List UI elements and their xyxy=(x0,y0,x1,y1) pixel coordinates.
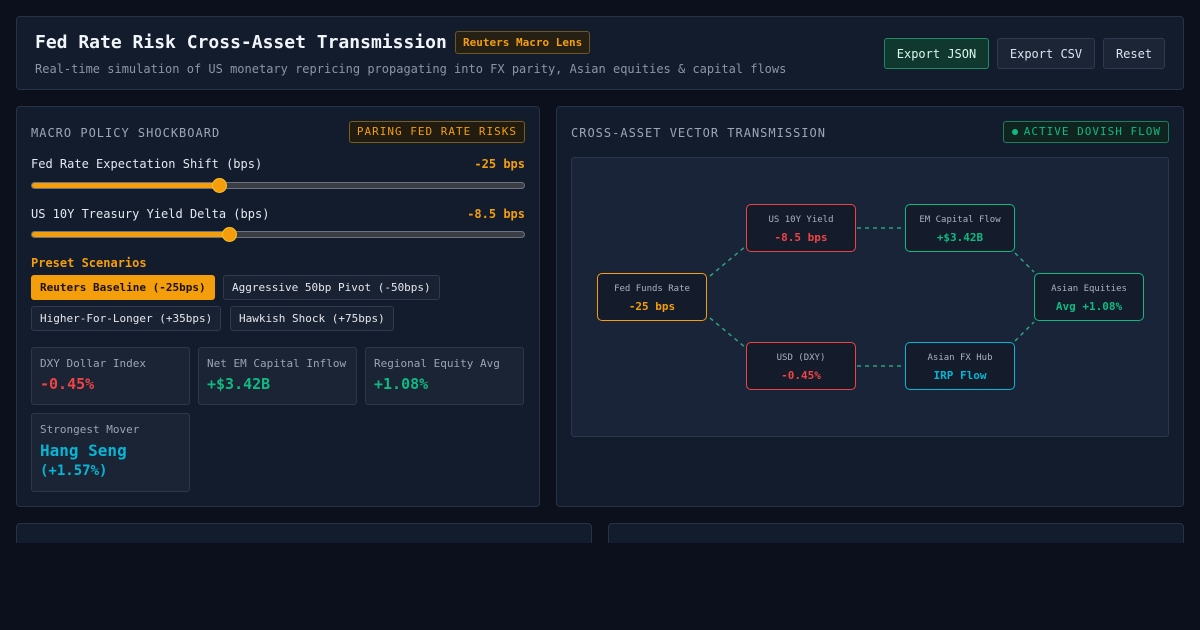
preset-aggressive-pivot-button[interactable]: Aggressive 50bp Pivot (-50bps) xyxy=(223,275,440,300)
flow-status-badge: ACTIVE DOVISH FLOW xyxy=(1002,121,1169,143)
flow-status-label: ACTIVE DOVISH FLOW xyxy=(1023,125,1161,138)
stat-label: DXY Dollar Index xyxy=(40,357,146,370)
preset-hawkish-shock-button[interactable]: Hawkish Shock (+75bps) xyxy=(230,306,394,331)
page-background xyxy=(0,543,1200,630)
page-title: Fed Rate Risk Cross-Asset Transmission xyxy=(35,32,447,53)
transmission-title: CROSS-ASSET VECTOR TRANSMISSION xyxy=(571,126,826,140)
node-label: USD (DXY) xyxy=(776,353,826,363)
stat-value: +1.08% xyxy=(374,375,429,393)
node-label: Asian FX Hub xyxy=(927,353,993,363)
node-value: IRP Flow xyxy=(933,369,987,382)
link-fed-to-dxy xyxy=(709,317,747,349)
header-panel: Fed Rate Risk Cross-Asset Transmission R… xyxy=(16,16,1184,90)
preset-scenarios-title: Preset Scenarios xyxy=(31,256,147,270)
status-dot-icon xyxy=(1011,129,1018,135)
shockboard-title: MACRO POLICY SHOCKBOARD xyxy=(31,126,221,140)
page-subtitle: Real-time simulation of US monetary repr… xyxy=(35,62,787,76)
link-fxhub-to-equities xyxy=(1014,321,1035,342)
treasury-delta-slider-thumb[interactable] xyxy=(221,227,237,242)
stat-label: Strongest Mover xyxy=(40,423,140,436)
treasury-delta-label: US 10Y Treasury Yield Delta (bps) xyxy=(31,207,270,221)
fed-shift-slider-thumb[interactable] xyxy=(211,178,227,193)
link-fed-to-us10y xyxy=(709,245,747,277)
treasury-delta-slider-fill xyxy=(32,232,229,237)
node-value: Avg +1.08% xyxy=(1055,300,1123,313)
stat-card-em-inflow: Net EM Capital Inflow +$3.42B xyxy=(198,347,357,405)
node-value: -8.5 bps xyxy=(774,231,828,244)
node-asian-equities[interactable]: Asian Equities Avg +1.08% xyxy=(1034,273,1144,321)
node-value: -25 bps xyxy=(628,300,676,313)
fed-shift-value: -25 bps xyxy=(474,157,525,171)
export-json-button[interactable]: Export JSON xyxy=(884,38,989,69)
node-label: Fed Funds Rate xyxy=(614,284,690,294)
node-fed-funds-rate[interactable]: Fed Funds Rate -25 bps xyxy=(597,273,707,321)
shockboard-status-badge: PARING FED RATE RISKS xyxy=(348,121,525,143)
node-label: EM Capital Flow xyxy=(919,215,1001,225)
preset-higher-for-longer-button[interactable]: Higher-For-Longer (+35bps) xyxy=(31,306,222,331)
treasury-delta-value: -8.5 bps xyxy=(467,207,525,221)
transmission-graph: Fed Funds Rate -25 bps US 10Y Yield -8.5… xyxy=(571,157,1169,437)
shockboard-panel: MACRO POLICY SHOCKBOARD PARING FED RATE … xyxy=(16,106,540,507)
node-em-capital-flow[interactable]: EM Capital Flow +$3.42B xyxy=(905,204,1015,252)
stat-card-dxy: DXY Dollar Index -0.45% xyxy=(31,347,190,405)
preset-reuters-baseline-button[interactable]: Reuters Baseline (-25bps) xyxy=(31,275,215,300)
stat-value: +$3.42B xyxy=(207,375,271,393)
source-badge: Reuters Macro Lens xyxy=(455,31,591,54)
node-usd-dxy[interactable]: USD (DXY) -0.45% xyxy=(746,342,856,390)
node-value: +$3.42B xyxy=(936,231,984,244)
stat-value: Hang Seng xyxy=(40,441,127,460)
stat-value: -0.45% xyxy=(40,375,95,393)
node-value: -0.45% xyxy=(781,369,821,382)
node-asian-fx-hub[interactable]: Asian FX Hub IRP Flow xyxy=(905,342,1015,390)
reset-button[interactable]: Reset xyxy=(1103,38,1165,69)
export-csv-button[interactable]: Export CSV xyxy=(997,38,1095,69)
transmission-panel: CROSS-ASSET VECTOR TRANSMISSION ACTIVE D… xyxy=(556,106,1184,507)
link-em-to-equities xyxy=(1014,252,1035,273)
stat-card-strongest-mover: Strongest Mover Hang Seng (+1.57%) xyxy=(31,413,190,492)
fed-shift-slider[interactable] xyxy=(31,178,525,193)
treasury-delta-slider[interactable] xyxy=(31,227,525,242)
fed-shift-label: Fed Rate Expectation Shift (bps) xyxy=(31,157,263,171)
node-us-10y-yield[interactable]: US 10Y Yield -8.5 bps xyxy=(746,204,856,252)
node-label: US 10Y Yield xyxy=(768,215,834,225)
fed-shift-slider-fill xyxy=(32,183,219,188)
stat-card-regional-equity: Regional Equity Avg +1.08% xyxy=(365,347,524,405)
stat-label: Regional Equity Avg xyxy=(374,357,500,370)
node-label: Asian Equities xyxy=(1051,284,1127,294)
stat-label: Net EM Capital Inflow xyxy=(207,357,347,370)
stat-value-detail: (+1.57%) xyxy=(40,463,108,479)
